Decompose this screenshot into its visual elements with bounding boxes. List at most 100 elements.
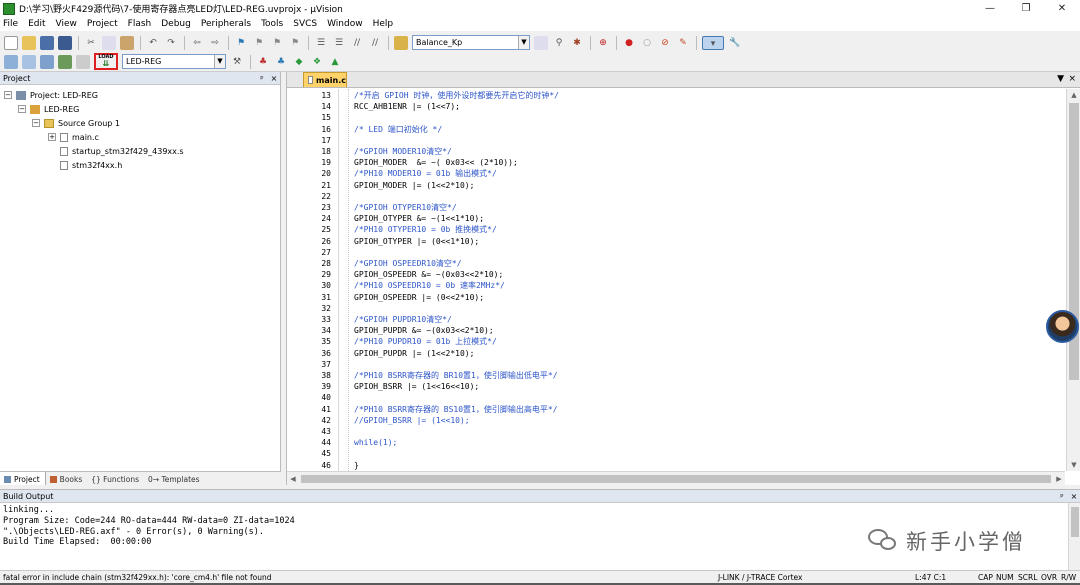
code-area[interactable]: 13 /*开启 GPIOH 时钟，使用外设时都要先开启它的时钟*/ 14 RCC_AH… <box>287 89 1065 471</box>
translate-icon[interactable] <box>4 54 18 69</box>
code-line[interactable]: 22 <box>287 191 1065 202</box>
code-line[interactable]: 46} <box>287 460 1065 471</box>
menu-project[interactable]: Project <box>87 19 118 29</box>
collapse-icon[interactable]: − <box>4 91 12 99</box>
code-line[interactable]: 33 /*GPIOH PUPDR10清空*/ <box>287 314 1065 325</box>
collapse-icon[interactable]: − <box>32 119 40 127</box>
tree-item-project[interactable]: − Project: LED-REG <box>4 88 280 102</box>
find-in-files-icon[interactable] <box>394 35 408 50</box>
menu-file[interactable]: File <box>3 19 18 29</box>
incremental-find-icon[interactable]: ⚲ <box>552 36 566 50</box>
bookmark-prev-icon[interactable]: ⚑ <box>252 36 266 50</box>
restore-button[interactable]: ❐ <box>1008 3 1044 14</box>
code-line[interactable]: 31 GPIOH_OSPEEDR |= (0<<2*10); <box>287 292 1065 303</box>
code-line[interactable]: 18 /*GPIOH MODER10清空*/ <box>287 146 1065 157</box>
save-all-icon[interactable] <box>58 35 72 50</box>
breakpoint-icon[interactable]: ● <box>622 36 636 50</box>
new-file-icon[interactable] <box>4 35 18 50</box>
cut-icon[interactable]: ✂ <box>84 36 98 50</box>
load-download-button[interactable]: LOAD ⇊ <box>94 53 118 70</box>
rte-icon[interactable]: ▲ <box>328 55 342 69</box>
code-line[interactable]: 32 <box>287 303 1065 314</box>
menu-flash[interactable]: Flash <box>128 19 152 29</box>
menu-edit[interactable]: Edit <box>28 19 45 29</box>
bookmark-clear-icon[interactable]: ⚑ <box>288 36 302 50</box>
tree-item-file[interactable]: + main.c <box>4 130 280 144</box>
code-line[interactable]: 43 <box>287 426 1065 437</box>
code-line[interactable]: 36 GPIOH_PUPDR |= (1<<2*10); <box>287 348 1065 359</box>
code-line[interactable]: 26 GPIOH_OTYPER |= (0<<1*10); <box>287 236 1065 247</box>
code-line[interactable]: 16 /* LED 端口初始化 */ <box>287 124 1065 135</box>
tab-list-icon[interactable]: ▼ <box>1057 74 1064 84</box>
close-icon[interactable]: × <box>1068 492 1080 501</box>
scrollbar-thumb[interactable] <box>1071 507 1079 537</box>
chevron-down-icon[interactable]: ▼ <box>214 55 225 68</box>
target-options-icon[interactable]: ⚒ <box>230 55 244 69</box>
code-line[interactable]: 17 <box>287 135 1065 146</box>
code-line[interactable]: 44 while(1); <box>287 437 1065 448</box>
chevron-down-icon[interactable]: ▼ <box>518 36 529 49</box>
code-line[interactable]: 40 <box>287 392 1065 403</box>
comment-icon[interactable]: // <box>350 36 364 50</box>
tree-item-target[interactable]: − LED-REG <box>4 102 280 116</box>
minimize-button[interactable]: — <box>972 3 1008 14</box>
code-line[interactable]: 21 GPIOH_MODER |= (1<<2*10); <box>287 180 1065 191</box>
tab-project[interactable]: Project <box>0 472 46 485</box>
floating-avatar[interactable] <box>1046 310 1079 343</box>
code-line[interactable]: 34 GPIOH_PUPDR &= ~(0x03<<2*10); <box>287 325 1065 336</box>
code-line[interactable]: 42 //GPIOH_BSRR |= (1<<10); <box>287 415 1065 426</box>
code-line[interactable]: 28 /*GPIOH OSPEEDR10清空*/ <box>287 258 1065 269</box>
menu-window[interactable]: Window <box>327 19 363 29</box>
save-icon[interactable] <box>40 35 54 50</box>
code-line[interactable]: 14 RCC_AHB1ENR |= (1<<7); <box>287 101 1065 112</box>
open-folder-icon[interactable] <box>22 35 36 50</box>
scroll-down-icon[interactable]: ▼ <box>1067 459 1080 471</box>
code-line[interactable]: 13 /*开启 GPIOH 时钟，使用外设时都要先开启它的时钟*/ <box>287 90 1065 101</box>
pin-icon[interactable]: ᵖ <box>256 74 268 83</box>
menu-debug[interactable]: Debug <box>161 19 191 29</box>
redo-icon[interactable]: ↷ <box>164 36 178 50</box>
build-icon[interactable] <box>22 54 36 69</box>
tab-main-c[interactable]: main.c <box>303 72 347 87</box>
pin-icon[interactable]: ᵖ <box>1056 492 1068 501</box>
bookmark-icon[interactable]: ⚑ <box>234 36 248 50</box>
stop-build-icon[interactable] <box>76 54 90 69</box>
tree-item-file[interactable]: startup_stm32f429_439xx.s <box>4 144 280 158</box>
scroll-left-icon[interactable]: ◀ <box>287 472 299 486</box>
nav-back-icon[interactable]: ⇦ <box>190 36 204 50</box>
code-line[interactable]: 25 /*PH10 OTYPER10 = 0b 推挽模式*/ <box>287 224 1065 235</box>
bookmark-next-icon[interactable]: ⚑ <box>270 36 284 50</box>
copy-icon[interactable] <box>102 35 116 50</box>
tree-item-group[interactable]: − Source Group 1 <box>4 116 280 130</box>
menu-tools[interactable]: Tools <box>261 19 283 29</box>
scrollbar-thumb[interactable] <box>301 475 1051 483</box>
close-icon[interactable]: × <box>268 74 280 83</box>
scroll-up-icon[interactable]: ▲ <box>1067 89 1080 101</box>
collapse-icon[interactable]: − <box>18 105 26 113</box>
code-line[interactable]: 35 /*PH10 PUPDR10 = 01b 上拉模式*/ <box>287 336 1065 347</box>
horizontal-scrollbar[interactable]: ◀ ▶ <box>287 471 1065 485</box>
scroll-right-icon[interactable]: ▶ <box>1053 472 1065 486</box>
code-line[interactable]: 29 GPIOH_OSPEEDR &= ~(0x03<<2*10); <box>287 269 1065 280</box>
menu-peripherals[interactable]: Peripherals <box>201 19 251 29</box>
code-line[interactable]: 23 /*GPIOH OTYPER10清空*/ <box>287 202 1065 213</box>
close-tab-icon[interactable]: × <box>1068 74 1076 84</box>
undo-icon[interactable]: ↶ <box>146 36 160 50</box>
code-line[interactable]: 30 /*PH10 OSPEEDR10 = 0b 速率2MHz*/ <box>287 280 1065 291</box>
code-line[interactable]: 41 /*PH10 BSRR寄存器的 BS10置1，使引脚输出高电平*/ <box>287 404 1065 415</box>
indent-icon[interactable]: ☰ <box>314 36 328 50</box>
tab-templates[interactable]: 0→ Templates <box>144 472 205 485</box>
code-line[interactable]: 27 <box>287 247 1065 258</box>
target-combo[interactable]: LED-REG ▼ <box>122 54 226 69</box>
configure-icon[interactable]: 🔧 <box>728 36 742 50</box>
rebuild-icon[interactable] <box>40 54 54 69</box>
tree-item-file[interactable]: stm32f4xx.h <box>4 158 280 172</box>
close-button[interactable]: ✕ <box>1044 3 1080 14</box>
code-line[interactable]: 45 <box>287 448 1065 459</box>
batch-build-icon[interactable] <box>58 54 72 69</box>
file-extensions-icon[interactable]: ♣ <box>256 55 270 69</box>
pack-installer-icon[interactable]: ❖ <box>310 55 324 69</box>
breakpoint-disable-icon[interactable]: ○ <box>640 36 654 50</box>
browse-icon[interactable]: ✱ <box>570 36 584 50</box>
nav-forward-icon[interactable]: ⇨ <box>208 36 222 50</box>
